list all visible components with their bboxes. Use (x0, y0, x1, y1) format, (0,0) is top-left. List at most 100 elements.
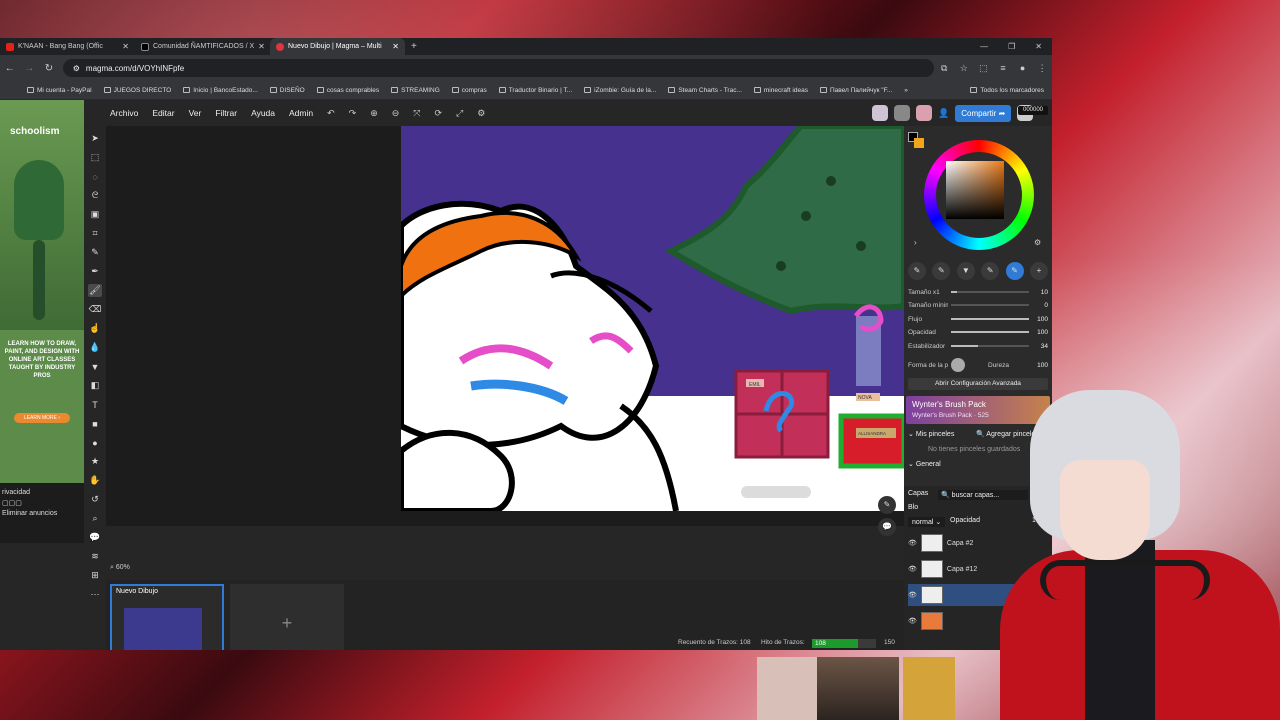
flow-slider[interactable]: Flujo 100 (908, 313, 1048, 325)
fullscreen-icon[interactable]: ⤢ (456, 108, 463, 119)
menu-ver[interactable]: Ver (189, 108, 202, 118)
avatar[interactable] (916, 105, 932, 121)
bookmark-item[interactable]: minecraft ideas (749, 87, 813, 94)
slider-track[interactable] (951, 331, 1029, 333)
rectangle-icon[interactable]: ■ (88, 417, 102, 430)
back-icon[interactable]: ← (0, 63, 20, 74)
crop-icon[interactable]: ⌗ (88, 227, 102, 240)
move-tool-icon[interactable]: ➤ (88, 132, 102, 145)
general-toggle[interactable]: ⌄ General (908, 460, 941, 468)
rotate-view-icon[interactable]: ↺ (88, 493, 102, 506)
bookmark-item[interactable]: DISEÑO (265, 87, 310, 94)
ad-learn-more-button[interactable]: LEARN MORE › (14, 413, 70, 423)
settings-icon[interactable]: ⚙ (477, 108, 485, 119)
profile-icon[interactable]: ● (1013, 63, 1033, 73)
brush-preset[interactable]: ✎ (1005, 262, 1024, 280)
rotate-icon[interactable]: ⟳ (435, 108, 443, 119)
user-icon[interactable]: 👤 (938, 108, 949, 119)
brush-preset[interactable]: ✎ (981, 262, 1000, 280)
pencil-icon[interactable]: ✎ (88, 246, 102, 259)
browser-menu-icon[interactable]: ⋮ (1032, 63, 1052, 74)
text-icon[interactable]: T (88, 398, 102, 411)
slider-track[interactable] (951, 304, 1029, 306)
undo-icon[interactable]: ↶ (327, 108, 335, 119)
my-brushes-toggle[interactable]: ⌄ Mis pinceles (908, 430, 954, 438)
blend-mode-select[interactable]: normal ⌄ (908, 517, 946, 527)
min-size-slider[interactable]: Tamaño mínimo 0 (908, 299, 1048, 311)
add-icon[interactable]: ⊞ (88, 569, 102, 582)
tab-youtube[interactable]: K'NAAN - Bang Bang (Offic ✕ (0, 38, 135, 55)
menu-editar[interactable]: Editar (152, 108, 174, 118)
advanced-settings-button[interactable]: Abrir Configuración Avanzada (908, 378, 1048, 390)
menu-filtrar[interactable]: Filtrar (215, 108, 237, 118)
bookmark-item[interactable]: Павел Палийчук "F... (815, 87, 897, 94)
close-tab-icon[interactable]: ✕ (258, 42, 265, 51)
redo-icon[interactable]: ↷ (349, 108, 357, 119)
close-window-icon[interactable]: ✕ (1035, 42, 1042, 51)
bookmark-star-icon[interactable]: ☆ (954, 63, 974, 74)
blur-icon[interactable]: 💧 (88, 341, 102, 354)
reload-icon[interactable]: ↻ (39, 63, 59, 74)
all-bookmarks-button[interactable]: Todos los marcadores (965, 87, 1052, 94)
bookmark-item[interactable]: cosas comprables (312, 87, 384, 94)
zoom-out-icon[interactable]: ⊖ (392, 108, 400, 119)
share-button[interactable]: Compartir ➦ (955, 104, 1012, 122)
bucket-icon[interactable]: ▼ (88, 360, 102, 373)
url-field[interactable]: ⚙ magma.com/d/VOYhINFpfe (62, 59, 935, 77)
more-icon[interactable]: ⋯ (88, 588, 102, 601)
bookmark-item[interactable]: iZombie: Guía de la... (579, 87, 661, 94)
avatar[interactable] (894, 105, 910, 121)
brush-preset[interactable]: ✎ (908, 262, 926, 280)
layers-toggle-icon[interactable]: ≋ (88, 550, 102, 563)
avatar[interactable] (872, 105, 888, 121)
bookmark-item[interactable]: JUEGOS DIRECTO (99, 87, 177, 94)
brush-preset[interactable]: ▼ (956, 262, 975, 280)
bookmark-item[interactable]: compras (447, 87, 492, 94)
slider-track[interactable] (951, 318, 1029, 320)
bookmark-item[interactable]: STREAMING (386, 87, 445, 94)
eye-icon[interactable]: 👁 (908, 565, 917, 573)
slider-track[interactable] (951, 345, 1029, 347)
ad-banner[interactable]: schoolism LEARN HOW TO DRAW, PAINT, AND … (0, 100, 84, 483)
menu-archivo[interactable]: Archivo (110, 108, 138, 118)
stabilizer-slider[interactable]: Estabilizador 34 (908, 340, 1048, 352)
close-tab-icon[interactable]: ✕ (392, 42, 399, 51)
brush-icon[interactable]: 🖌 (88, 284, 102, 297)
color-wheel[interactable] (924, 140, 1034, 250)
media-icon[interactable]: ≡ (993, 63, 1013, 73)
eye-icon[interactable]: 👁 (908, 617, 917, 625)
fit-icon[interactable]: ⤧ (413, 108, 420, 119)
eye-icon[interactable]: 👁 (908, 591, 917, 599)
maximize-icon[interactable]: ❐ (1008, 42, 1015, 51)
hand-icon[interactable]: ✋ (88, 474, 102, 487)
eye-icon[interactable]: 👁 (908, 539, 917, 547)
bookmark-item[interactable]: Steam Charts - Trac... (663, 87, 747, 94)
smudge-icon[interactable]: ☝ (88, 322, 102, 335)
menu-admin[interactable]: Admin (289, 108, 313, 118)
hex-color-value[interactable]: 000000 (1018, 106, 1048, 115)
forward-icon[interactable]: → (20, 63, 40, 74)
pen-icon[interactable]: ✒ (88, 265, 102, 278)
chat-button[interactable]: 💬 (878, 518, 896, 536)
bookmark-item[interactable]: Inicio | BancoEstado... (178, 87, 263, 94)
new-tab-button[interactable]: + (405, 41, 423, 52)
gradient-icon[interactable]: ◧ (88, 379, 102, 392)
zoom-icon[interactable]: ⌕ (88, 512, 102, 525)
slider-track[interactable] (951, 291, 1029, 293)
comment-icon[interactable]: 💬 (88, 531, 102, 544)
expand-icon[interactable]: › (914, 238, 917, 247)
brush-preset[interactable]: ✎ (932, 262, 951, 280)
more-bookmarks-button[interactable]: » (899, 87, 913, 94)
bookmark-item[interactable]: Mi cuenta - PayPal (22, 87, 97, 94)
tab-x-community[interactable]: Comunidad ÑAMTIFICADOS / X ✕ (135, 38, 270, 55)
stylus-button[interactable]: ✎ (878, 496, 896, 514)
tab-magma[interactable]: Nuevo Dibujo | Magma – Multi ✕ (270, 38, 405, 55)
bookmark-item[interactable]: Traductor Binario | T... (494, 87, 577, 94)
site-info-icon[interactable]: ⚙ (73, 64, 80, 73)
menu-ayuda[interactable]: Ayuda (251, 108, 275, 118)
minimize-icon[interactable]: — (980, 42, 988, 51)
brush-size-slider[interactable]: Tamaño x1 10 (908, 286, 1048, 298)
opacity-slider[interactable]: Opacidad 100 (908, 326, 1048, 338)
transform-icon[interactable]: ▣ (88, 208, 102, 221)
rect-select-icon[interactable]: ⬚ (88, 151, 102, 164)
